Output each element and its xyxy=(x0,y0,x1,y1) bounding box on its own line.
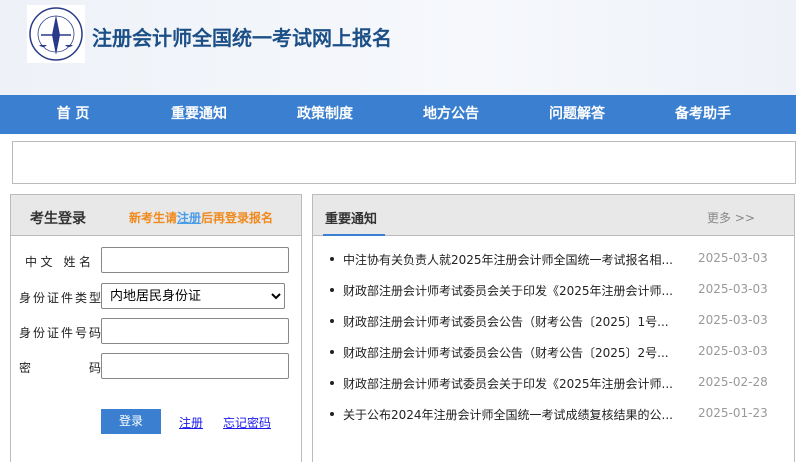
notice-title[interactable]: 中注协有关负责人就2025年注册会计师全国统一考试报名相... xyxy=(343,251,673,268)
notices-header: 重要通知 更多 >> xyxy=(313,195,794,236)
password-input[interactable] xyxy=(101,353,289,379)
main-nav: 首 页 重要通知 政策制度 地方公告 问题解答 备考助手 xyxy=(0,95,796,134)
register-link[interactable]: 注册 xyxy=(179,414,203,431)
register-notice: 新考生请注册后再登录报名 xyxy=(129,209,273,226)
id-type-label: 身份证件类型 xyxy=(19,291,101,305)
bullet-icon xyxy=(330,381,334,385)
bullet-icon xyxy=(330,288,334,292)
notice-date: 2025-01-23 xyxy=(698,406,768,420)
id-type-row: 身份证件类型 内地居民身份证 xyxy=(11,283,301,309)
nav-policies[interactable]: 政策制度 xyxy=(262,95,388,134)
login-panel-header: 考生登录 新考生请注册后再登录报名 xyxy=(11,195,301,236)
cicpa-logo xyxy=(27,5,85,63)
name-row: 中文 姓名 xyxy=(11,247,301,273)
nav-study-assistant[interactable]: 备考助手 xyxy=(640,95,766,134)
notice-item[interactable]: 财政部注册会计师考试委员会关于印发《2025年注册会计师... 2025-03-0… xyxy=(313,282,794,315)
notice-title[interactable]: 关于公布2024年注册会计师全国统一考试成绩复核结果的公... xyxy=(343,406,673,423)
bullet-icon xyxy=(330,412,334,416)
bullet-icon xyxy=(330,319,334,323)
banner-box xyxy=(12,141,796,184)
password-row: 密 码 xyxy=(11,353,301,379)
notices-panel: 重要通知 更多 >> 中注协有关负责人就2025年注册会计师全国统一考试报名相.… xyxy=(312,194,795,462)
id-number-label: 身份证件号码 xyxy=(19,326,101,340)
id-number-input[interactable] xyxy=(101,318,289,344)
notice-item[interactable]: 关于公布2024年注册会计师全国统一考试成绩复核结果的公... 2025-01-2… xyxy=(313,406,794,439)
bullet-icon xyxy=(330,350,334,354)
header: 注册会计师全国统一考试网上报名 xyxy=(0,0,796,95)
notice-list: 中注协有关负责人就2025年注册会计师全国统一考试报名相... 2025-03-0… xyxy=(313,251,794,439)
nav-notices[interactable]: 重要通知 xyxy=(136,95,262,134)
notices-tab[interactable]: 重要通知 xyxy=(325,208,377,227)
notice-register-link[interactable]: 注册 xyxy=(177,211,201,225)
notice-date: 2025-03-03 xyxy=(698,282,768,296)
forgot-password-link[interactable]: 忘记密码 xyxy=(223,414,271,431)
nav-faq[interactable]: 问题解答 xyxy=(514,95,640,134)
password-label: 密 码 xyxy=(19,361,101,375)
notice-title[interactable]: 财政部注册会计师考试委员会关于印发《2025年注册会计师... xyxy=(343,282,673,299)
tab-underline xyxy=(323,234,385,236)
notice-item[interactable]: 财政部注册会计师考试委员会公告（财考公告〔2025〕2号... 2025-03-0… xyxy=(313,344,794,377)
login-title: 考生登录 xyxy=(30,211,86,227)
notice-date: 2025-03-03 xyxy=(698,251,768,265)
notice-item[interactable]: 财政部注册会计师考试委员会公告（财考公告〔2025〕1号... 2025-03-0… xyxy=(313,313,794,346)
notice-title[interactable]: 财政部注册会计师考试委员会关于印发《2025年注册会计师... xyxy=(343,375,673,392)
more-link[interactable]: 更多 >> xyxy=(707,209,755,226)
bullet-icon xyxy=(330,257,334,261)
nav-local-announcements[interactable]: 地方公告 xyxy=(388,95,514,134)
site-title: 注册会计师全国统一考试网上报名 xyxy=(92,26,392,50)
notice-item[interactable]: 中注协有关负责人就2025年注册会计师全国统一考试报名相... 2025-03-0… xyxy=(313,251,794,284)
name-label: 中文 姓名 xyxy=(25,255,91,269)
notice-text: 新考生请 xyxy=(129,211,178,225)
login-panel: 考生登录 新考生请注册后再登录报名 中文 姓名 身份证件类型 内地居民身份证 身… xyxy=(10,194,302,462)
notice-item[interactable]: 财政部注册会计师考试委员会关于印发《2025年注册会计师... 2025-02-2… xyxy=(313,375,794,408)
name-input[interactable] xyxy=(101,247,289,273)
id-number-row: 身份证件号码 xyxy=(11,318,301,344)
notice-date: 2025-03-03 xyxy=(698,344,768,358)
login-button[interactable]: 登录 xyxy=(101,409,161,434)
nav-home[interactable]: 首 页 xyxy=(10,95,136,134)
notice-text: 后再登录报名 xyxy=(201,211,274,225)
id-type-select[interactable]: 内地居民身份证 xyxy=(101,283,285,309)
notice-date: 2025-03-03 xyxy=(698,313,768,327)
notice-title[interactable]: 财政部注册会计师考试委员会公告（财考公告〔2025〕1号... xyxy=(343,313,673,330)
notice-title[interactable]: 财政部注册会计师考试委员会公告（财考公告〔2025〕2号... xyxy=(343,344,673,361)
notice-date: 2025-02-28 xyxy=(698,375,768,389)
